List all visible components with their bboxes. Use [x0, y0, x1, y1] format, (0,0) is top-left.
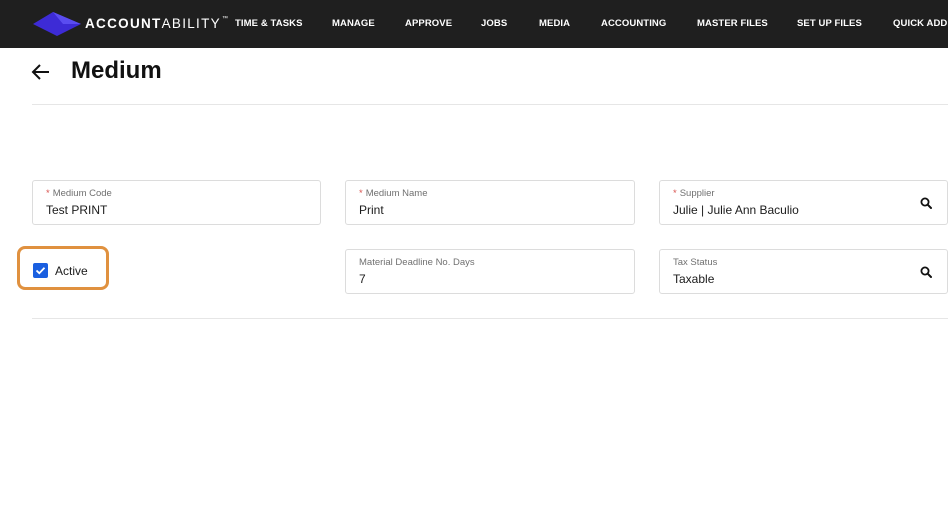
brand-trademark: ™	[221, 16, 230, 22]
nav-jobs[interactable]: JOBS	[481, 18, 507, 29]
medium-name-label: * Medium Name	[359, 188, 428, 199]
nav-time-tasks[interactable]: TIME & TASKS	[235, 18, 303, 29]
back-arrow-icon[interactable]	[30, 60, 52, 84]
nav-master-files[interactable]: MASTER FILES	[697, 18, 768, 29]
medium-name-field[interactable]: * Medium Name Print	[345, 180, 635, 225]
tax-status-field[interactable]: Tax Status Taxable	[659, 249, 948, 294]
nav-quick-add[interactable]: QUICK ADD	[893, 18, 947, 29]
search-icon[interactable]	[920, 266, 932, 278]
nav-accounting[interactable]: ACCOUNTING	[601, 18, 666, 29]
medium-code-label: * Medium Code	[46, 188, 112, 199]
nav-media[interactable]: MEDIA	[539, 18, 570, 29]
required-marker: *	[46, 188, 50, 199]
brand-name-bold: ACCOUNT	[85, 16, 162, 31]
page-title: Medium	[71, 57, 162, 84]
nav-set-up-files[interactable]: SET UP FILES	[797, 18, 862, 29]
active-checkbox[interactable]	[33, 263, 48, 278]
supplier-field[interactable]: * Supplier Julie | Julie Ann Baculio	[659, 180, 948, 225]
active-checkbox-label[interactable]: Active	[55, 264, 88, 278]
material-deadline-label: Material Deadline No. Days	[359, 257, 475, 268]
nav-approve[interactable]: APPROVE	[405, 18, 452, 29]
medium-name-value[interactable]: Print	[359, 203, 384, 217]
form-divider	[32, 318, 948, 319]
material-deadline-field[interactable]: Material Deadline No. Days 7	[345, 249, 635, 294]
required-marker: *	[359, 188, 363, 199]
checkmark-icon	[35, 267, 46, 275]
header-divider	[32, 104, 948, 105]
tax-status-value[interactable]: Taxable	[673, 272, 714, 286]
brand-name-regular: ABILITY	[161, 16, 221, 31]
tax-status-label: Tax Status	[673, 257, 718, 268]
accountability-logo-icon[interactable]	[33, 12, 81, 36]
supplier-value[interactable]: Julie | Julie Ann Baculio	[673, 203, 799, 217]
nav-manage[interactable]: MANAGE	[332, 18, 375, 29]
medium-code-value[interactable]: Test PRINT	[46, 203, 107, 217]
top-navigation-bar: ACCOUNTABILITY™ TIME & TASKS MANAGE APPR…	[0, 0, 948, 48]
brand-name: ACCOUNTABILITY™	[85, 16, 229, 31]
supplier-label: * Supplier	[673, 188, 715, 199]
search-icon[interactable]	[920, 197, 932, 209]
material-deadline-value[interactable]: 7	[359, 272, 366, 286]
required-marker: *	[673, 188, 677, 199]
medium-code-field[interactable]: * Medium Code Test PRINT	[32, 180, 321, 225]
